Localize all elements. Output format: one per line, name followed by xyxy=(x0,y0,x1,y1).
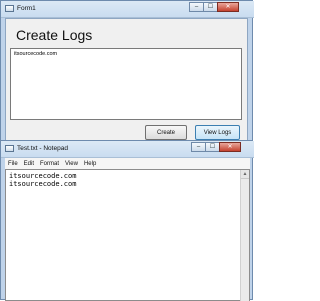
vertical-scrollbar[interactable]: ▲ xyxy=(240,170,249,301)
notepad-caption-buttons: ‒ ☐ ✕ xyxy=(191,142,241,152)
view-logs-button[interactable]: View Logs xyxy=(195,125,240,140)
notepad-menubar: File Edit Format View Help xyxy=(5,158,250,169)
app-window-icon xyxy=(5,5,14,12)
menu-edit[interactable]: Edit xyxy=(21,161,37,167)
form1-client-area: Create Logs itsourcecode.com Create View… xyxy=(5,18,248,142)
form1-caption-buttons: ‒ ☐ ✕ xyxy=(189,2,239,12)
close-icon[interactable]: ✕ xyxy=(217,2,239,12)
form1-window: Form1 ‒ ☐ ✕ Create Logs itsourcecode.com… xyxy=(0,0,254,142)
notepad-editor[interactable]: itsourcecode.com itsourcecode.com ▲ xyxy=(5,169,250,301)
maximize-icon[interactable]: ☐ xyxy=(205,142,220,152)
page-title: Create Logs xyxy=(16,27,93,43)
notepad-title: Test.txt - Notepad xyxy=(17,145,68,152)
notepad-window: Test.txt - Notepad ‒ ☐ ✕ File Edit Forma… xyxy=(0,140,254,301)
minimize-icon[interactable]: ‒ xyxy=(191,142,206,152)
menu-format[interactable]: Format xyxy=(37,161,62,167)
form1-title: Form1 xyxy=(17,5,36,12)
notepad-content: itsourcecode.com itsourcecode.com xyxy=(9,172,77,188)
minimize-icon[interactable]: ‒ xyxy=(189,2,204,12)
log-textbox-text: itsourcecode.com xyxy=(14,51,58,57)
log-textbox[interactable]: itsourcecode.com xyxy=(10,48,242,120)
notepad-titlebar[interactable]: Test.txt - Notepad ‒ ☐ ✕ xyxy=(1,141,254,158)
menu-file[interactable]: File xyxy=(5,161,21,167)
maximize-icon[interactable]: ☐ xyxy=(203,2,218,12)
form1-titlebar[interactable]: Form1 ‒ ☐ ✕ xyxy=(1,1,254,18)
create-button[interactable]: Create xyxy=(145,125,187,140)
notepad-icon xyxy=(5,145,14,152)
menu-view[interactable]: View xyxy=(62,161,81,167)
menu-help[interactable]: Help xyxy=(81,161,99,167)
scroll-up-icon[interactable]: ▲ xyxy=(241,170,249,179)
close-icon[interactable]: ✕ xyxy=(219,142,241,152)
